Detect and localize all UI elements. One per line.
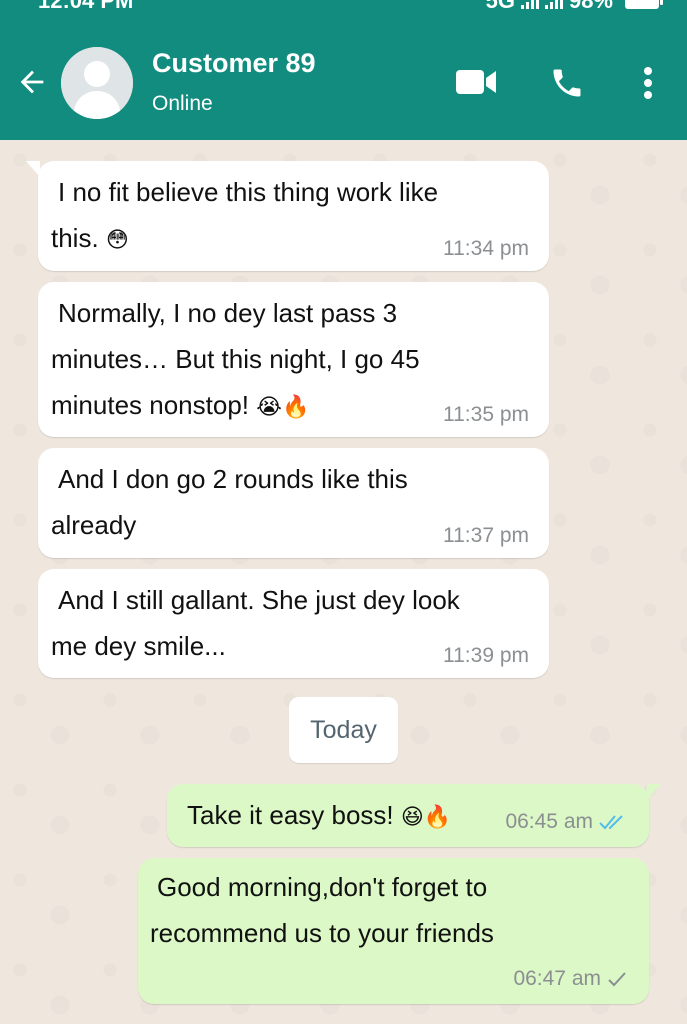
message-time: 11:37 pm	[443, 524, 529, 547]
message-time: 06:47 am	[513, 967, 601, 990]
signal-icon	[520, 0, 539, 9]
flushed-emoji: 😳	[105, 228, 129, 253]
double-check-read-icon	[599, 813, 627, 837]
message-bubble-incoming[interactable]: And I don go 2 rounds like this already 1…	[38, 448, 549, 558]
message-text: Good morning,don't forget to recommend us…	[150, 872, 494, 948]
message-time-row: 06:47 am	[513, 967, 627, 994]
message-bubble-outgoing[interactable]: Take it easy boss! 😆🔥 06:45 am	[167, 784, 661, 847]
network-type: 5G	[485, 0, 515, 13]
contact-status: Online	[152, 92, 213, 115]
status-bar: 12:04 PM 5G 98%	[0, 0, 687, 18]
crying-emoji: 😭🔥	[256, 395, 310, 420]
message-bubble-incoming[interactable]: I no fit believe this thing work like thi…	[26, 161, 549, 271]
phone-icon[interactable]	[544, 60, 590, 106]
app-bar: 12:04 PM 5G 98% Customer 89 Online	[0, 0, 687, 140]
date-separator: Today	[289, 697, 398, 763]
back-arrow-icon[interactable]	[12, 62, 52, 102]
status-time: 12:04 PM	[38, 0, 134, 13]
message-time: 11:35 pm	[443, 403, 529, 426]
battery-level: 98%	[568, 0, 613, 13]
message-bubble-incoming[interactable]: Normally, I no dey last pass 3 minutes… B…	[38, 282, 549, 437]
contact-name[interactable]: Customer 89	[152, 48, 316, 79]
laughing-emoji: 😆🔥	[400, 805, 452, 830]
battery-icon	[625, 0, 663, 9]
message-time-row: 06:45 am	[505, 810, 627, 837]
more-vert-icon[interactable]	[630, 60, 666, 106]
message-bubble-incoming[interactable]: And I still gallant. She just dey look me…	[38, 569, 549, 678]
message-time: 06:45 am	[505, 810, 593, 833]
bubble-tail	[26, 161, 40, 177]
bubble-tail	[647, 784, 661, 800]
message-bubble-outgoing[interactable]: Good morning,don't forget to recommend us…	[138, 858, 649, 1004]
signal-icon	[544, 0, 563, 9]
video-call-icon[interactable]	[452, 62, 500, 102]
avatar[interactable]	[61, 47, 133, 119]
status-indicators: 5G 98%	[485, 0, 663, 14]
message-time: 11:34 pm	[443, 237, 529, 260]
check-sent-icon	[607, 970, 627, 994]
message-time: 11:39 pm	[443, 644, 529, 667]
